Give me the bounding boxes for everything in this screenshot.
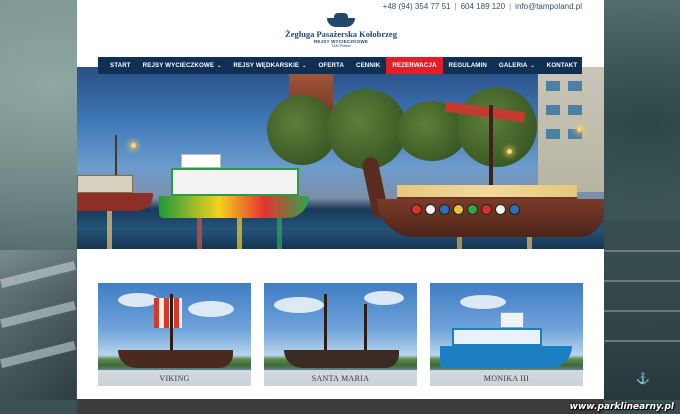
side-decoration-left — [0, 250, 76, 400]
main-navigation: START REJSY WYCIECZKOWE ⌄ REJSY WĘDKARSKI… — [98, 57, 582, 74]
card-title[interactable]: SANTA MARIA — [264, 370, 417, 386]
mobile-phone-link[interactable]: 604 189 120 — [461, 2, 506, 11]
nav-rejsy-wedkarskie-label: REJSY WĘDKARSKIE — [233, 62, 300, 69]
hero-image — [77, 67, 604, 249]
ship-logo-icon — [327, 12, 355, 28]
nav-rezerwacja-label: REZERWACJA — [392, 62, 437, 69]
card-title[interactable]: VIKING — [98, 370, 251, 386]
watermark-text: www.parklinearny.pl — [569, 402, 674, 412]
anchor-icon[interactable]: ⚓ — [636, 372, 650, 385]
chevron-down-icon: ⌄ — [302, 62, 307, 69]
logo-tagline: TAM Poland — [331, 44, 351, 48]
nav-regulamin[interactable]: REGULAMIN — [443, 57, 493, 74]
hero-boat-left — [77, 135, 153, 211]
nav-cennik-label: CENNIK — [356, 62, 381, 69]
card-title[interactable]: MONIKA III — [430, 370, 583, 386]
ship-card-santa-maria[interactable]: SANTA MARIA — [264, 283, 417, 386]
ship-card-viking[interactable]: VIKING — [98, 283, 251, 386]
nav-galeria[interactable]: GALERIA ⌄ — [493, 57, 541, 74]
nav-rejsy-wedkarskie[interactable]: REJSY WĘDKARSKIE ⌄ — [227, 57, 312, 74]
nav-rejsy-wycieczkowe[interactable]: REJSY WYCIECZKOWE ⌄ — [137, 57, 228, 74]
footer-bar — [77, 399, 604, 414]
ship-card-monika-iii[interactable]: MONIKA III — [430, 283, 583, 386]
phone-link[interactable]: +48 (94) 354 77 51 — [383, 2, 451, 11]
hero-boat-colorful — [159, 152, 309, 218]
nav-start-label: START — [110, 62, 131, 69]
logo-title: Żegluga Pasażerska Kołobrzeg — [285, 29, 397, 39]
nav-kontakt-label: KONTAKT — [546, 62, 578, 69]
chevron-down-icon: ⌄ — [530, 62, 535, 69]
chevron-down-icon: ⌄ — [217, 62, 222, 69]
page-container: Żegluga Pasażerska Kołobrzeg REJSY WYCIE… — [77, 0, 604, 414]
contact-info: +48 (94) 354 77 51 | 604 189 120 | info@tamp… — [383, 2, 582, 11]
nav-kontakt[interactable]: KONTAKT — [541, 57, 584, 74]
contact-separator: | — [454, 2, 457, 11]
nav-oferta-label: OFERTA — [318, 62, 345, 69]
hero-viking-ship — [360, 101, 604, 237]
nav-rezerwacja[interactable]: REZERWACJA — [386, 57, 443, 74]
email-link[interactable]: info@tampoland.pl — [515, 2, 582, 11]
nav-oferta[interactable]: OFERTA — [312, 57, 350, 74]
nav-cennik[interactable]: CENNIK — [350, 57, 386, 74]
hero-lamp — [131, 143, 136, 148]
hero-lamp — [577, 127, 582, 132]
site-logo[interactable]: Żegluga Pasażerska Kołobrzeg REJSY WYCIE… — [282, 12, 400, 56]
site-header: Żegluga Pasażerska Kołobrzeg REJSY WYCIE… — [77, 0, 604, 57]
nav-galeria-label: GALERIA — [498, 62, 528, 69]
nav-rejsy-wycieczkowe-label: REJSY WYCIECZKOWE — [142, 62, 215, 69]
ship-cards: VIKING SANTA MARIA MONIKA III — [98, 283, 583, 386]
nav-regulamin-label: REGULAMIN — [448, 62, 487, 69]
nav-start[interactable]: START — [104, 57, 137, 74]
contact-separator: | — [509, 2, 512, 11]
